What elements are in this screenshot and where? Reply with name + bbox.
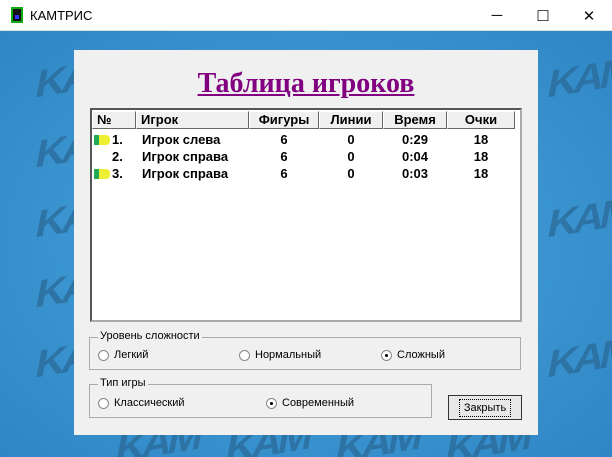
dialog-title: Таблица игроков [197, 68, 415, 99]
row-player: Игрок справа [142, 166, 229, 181]
column-header-lines[interactable]: Линии [319, 111, 383, 129]
radio-label: Современный [282, 397, 355, 409]
row-score: 18 [473, 149, 489, 164]
watermark-logo: KAM [544, 329, 612, 387]
table-row[interactable]: 3. Игрок справа 6 0 0:03 18 [92, 166, 520, 183]
row-lines: 0 [347, 132, 355, 147]
column-header-figures[interactable]: Фигуры [249, 111, 319, 129]
row-player: Игрок слева [142, 132, 221, 147]
radio-label: Нормальный [255, 349, 322, 361]
column-header-score[interactable]: Очки [447, 111, 515, 129]
game-type-group: Тип игры Классический Современный [89, 377, 432, 418]
row-number: 3. [112, 166, 123, 181]
players-dialog: Таблица игроков № Игрок Фигуры Линии Вре… [74, 50, 538, 435]
row-score: 18 [473, 166, 489, 181]
radio-circle[interactable] [98, 349, 109, 361]
radio-circle[interactable] [266, 397, 277, 409]
minimize-button[interactable]: ─ [474, 0, 520, 31]
title-bar: КАМТРИС ─ ☐ ✕ [0, 0, 612, 31]
close-window-button[interactable]: ✕ [566, 0, 612, 31]
app-icon [11, 7, 23, 23]
row-time: 0:29 [401, 132, 429, 147]
players-table[interactable]: № Игрок Фигуры Линии Время Очки 1. Игрок… [90, 108, 522, 322]
row-figures: 6 [280, 166, 288, 181]
radio-label: Сложный [397, 349, 445, 361]
radio-classic[interactable]: Классический [98, 397, 185, 409]
pointing-hand-icon [94, 135, 110, 145]
row-figures: 6 [280, 149, 288, 164]
difficulty-group: Уровень сложности Легкий Нормальный Слож… [89, 330, 521, 370]
row-number: 1. [112, 132, 123, 147]
row-player: Игрок справа [142, 149, 229, 164]
row-score: 18 [473, 132, 489, 147]
row-figures: 6 [280, 132, 288, 147]
radio-label: Классический [114, 397, 185, 409]
radio-circle[interactable] [381, 349, 392, 361]
row-number: 2. [112, 149, 123, 164]
difficulty-label: Уровень сложности [98, 330, 202, 342]
row-time: 0:04 [401, 149, 429, 164]
watermark-logo: KAM [544, 189, 612, 247]
column-header-number[interactable]: № [92, 111, 136, 129]
game-type-label: Тип игры [98, 377, 148, 389]
window-title: КАМТРИС [30, 8, 93, 23]
radio-normal[interactable]: Нормальный [239, 349, 321, 361]
pointing-hand-icon [94, 169, 110, 179]
row-lines: 0 [347, 166, 355, 181]
watermark-logo: KAM [544, 49, 612, 107]
column-header-time[interactable]: Время [383, 111, 447, 129]
radio-modern[interactable]: Современный [266, 397, 354, 409]
maximize-button[interactable]: ☐ [520, 0, 566, 31]
radio-easy[interactable]: Легкий [98, 349, 148, 361]
row-lines: 0 [347, 149, 355, 164]
radio-circle[interactable] [98, 397, 109, 409]
column-header-player[interactable]: Игрок [136, 111, 249, 129]
row-time: 0:03 [401, 166, 429, 181]
radio-circle[interactable] [239, 349, 250, 361]
radio-label: Легкий [114, 349, 149, 361]
table-row[interactable]: 1. Игрок слева 6 0 0:29 18 [92, 132, 520, 149]
radio-hard[interactable]: Сложный [381, 349, 445, 361]
table-row[interactable]: 2. Игрок справа 6 0 0:04 18 [92, 149, 520, 166]
close-button-label: Закрыть [458, 398, 512, 417]
close-button[interactable]: Закрыть [448, 395, 522, 420]
